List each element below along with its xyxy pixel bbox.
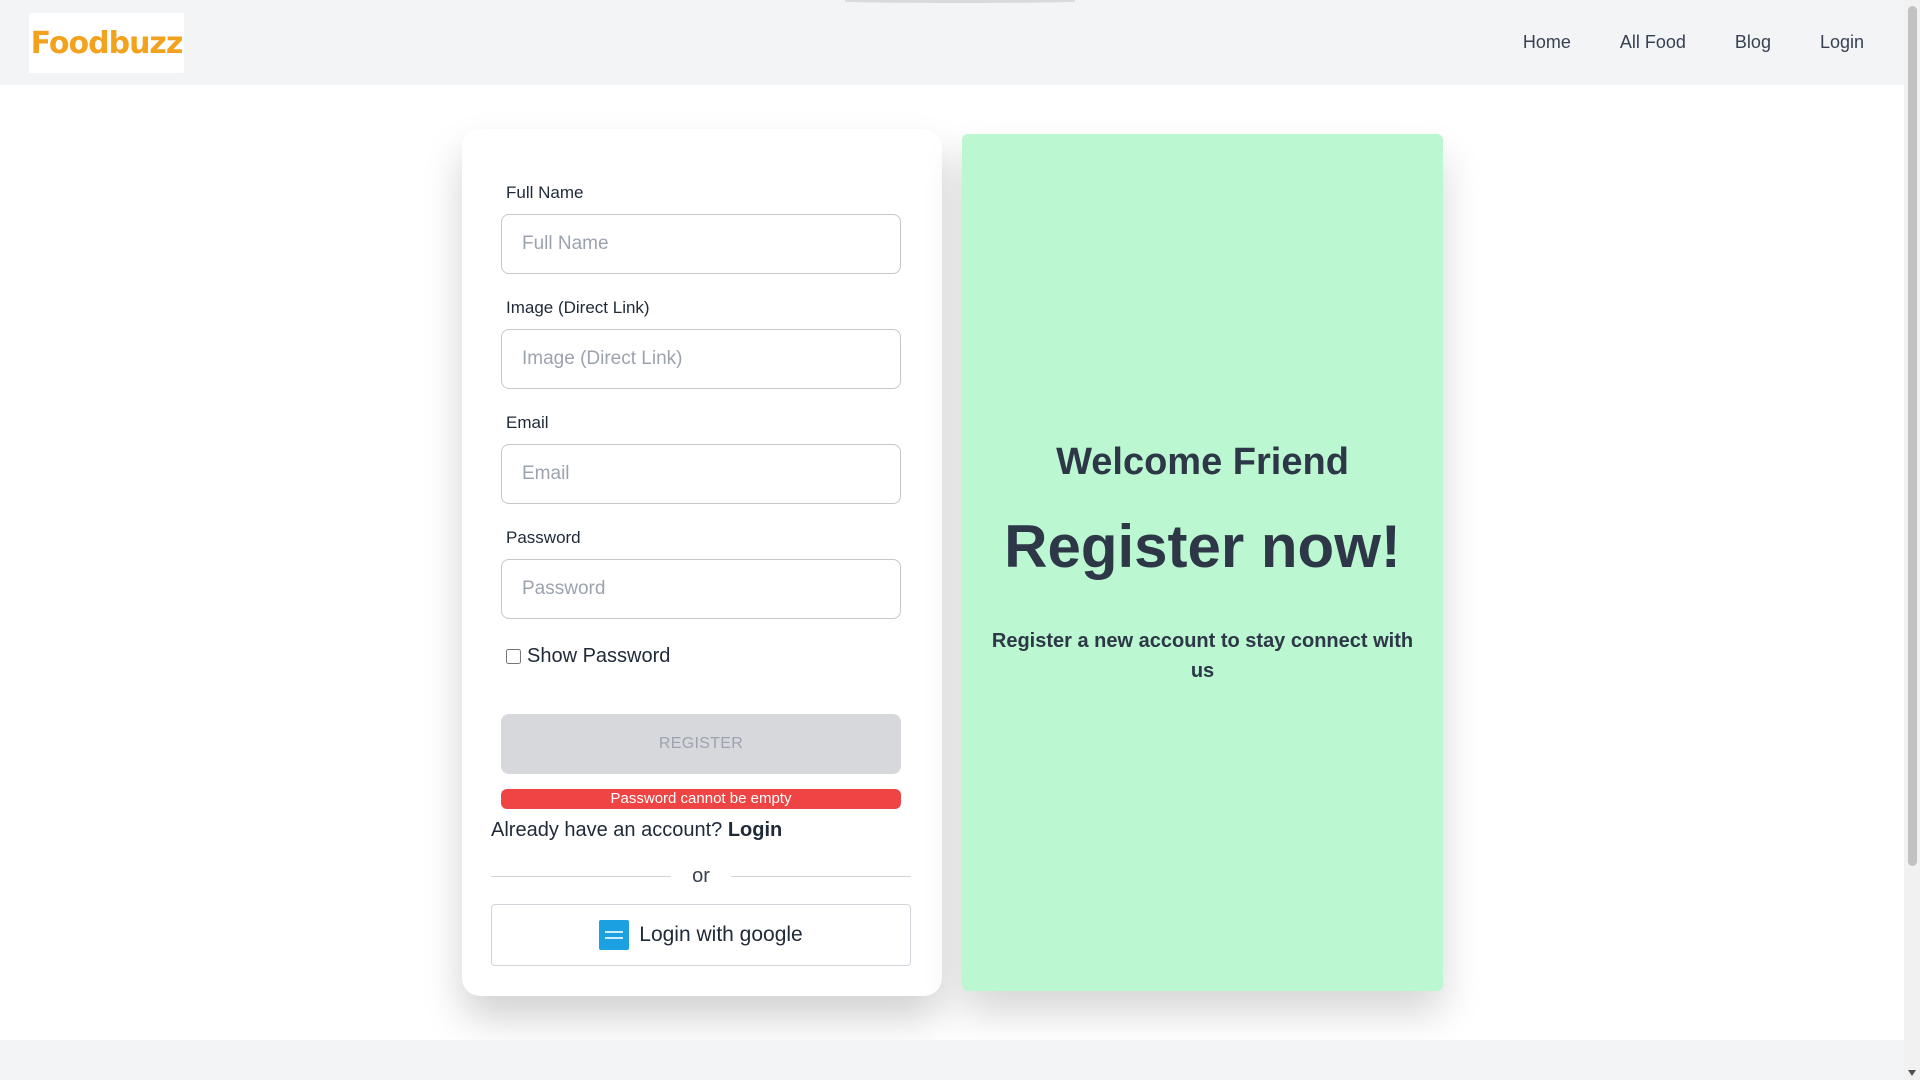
- nav-link-login[interactable]: Login: [1820, 32, 1864, 53]
- register-now-headline: Register now!: [1004, 513, 1401, 580]
- password-label: Password: [506, 528, 581, 547]
- image-label: Image (Direct Link): [506, 298, 650, 317]
- already-account-text: Already have an account? Login: [491, 819, 782, 842]
- email-input[interactable]: [501, 444, 901, 504]
- full-name-input[interactable]: [501, 214, 901, 274]
- footer: [0, 1040, 1904, 1080]
- show-password-row: Show Password: [506, 645, 670, 668]
- nav-links: Home All Food Blog Login: [1523, 0, 1864, 85]
- register-form-card: Full Name Image (Direct Link) Email Pass…: [462, 129, 942, 996]
- full-name-label: Full Name: [506, 183, 584, 202]
- foodbuzz-logo[interactable]: Foodbuzz: [29, 13, 184, 73]
- register-button[interactable]: REGISTER: [501, 714, 901, 774]
- navbar: Foodbuzz Home All Food Blog Login: [0, 0, 1904, 85]
- welcome-subtitle: Register a new account to stay connect w…: [991, 630, 1414, 682]
- nav-link-all-food[interactable]: All Food: [1620, 32, 1686, 53]
- error-message: Password cannot be empty: [501, 789, 901, 809]
- google-login-label: Login with google: [639, 923, 803, 946]
- top-shadow: [845, 0, 1075, 3]
- google-login-button[interactable]: Login with google: [491, 904, 911, 966]
- or-divider: or: [491, 864, 911, 888]
- welcome-title: Welcome Friend: [1056, 441, 1349, 483]
- scrollbar-thumb[interactable]: [1908, 6, 1917, 866]
- vertical-scrollbar[interactable]: [1904, 0, 1920, 1080]
- email-label: Email: [506, 413, 549, 432]
- welcome-card: Welcome Friend Register now! Register a …: [962, 134, 1443, 991]
- nav-link-home[interactable]: Home: [1523, 32, 1571, 53]
- password-input[interactable]: [501, 559, 901, 619]
- image-link-input[interactable]: [501, 329, 901, 389]
- google-icon: [599, 920, 630, 950]
- login-link[interactable]: Login: [728, 819, 782, 841]
- show-password-checkbox[interactable]: [506, 649, 521, 664]
- divider-line-right: [731, 876, 911, 877]
- already-account-label: Already have an account?: [491, 819, 723, 841]
- show-password-label: Show Password: [527, 645, 671, 667]
- logo-text: Foodbuzz: [30, 25, 184, 61]
- scroll-down-arrow-icon[interactable]: [1908, 1070, 1916, 1076]
- nav-link-blog[interactable]: Blog: [1735, 32, 1771, 53]
